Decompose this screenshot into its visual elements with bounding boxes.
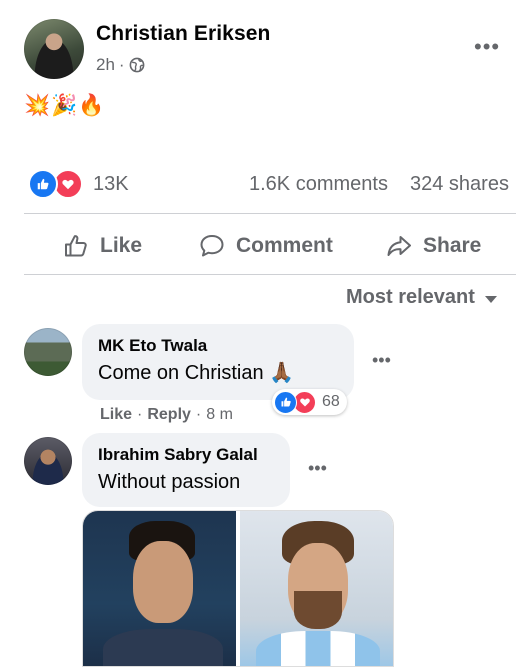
post-text: 💥🎉🔥: [24, 94, 106, 117]
comment-photo[interactable]: [82, 510, 394, 667]
post-author-name[interactable]: Christian Eriksen: [96, 22, 270, 46]
comments-count[interactable]: 1.6K comments: [249, 173, 388, 196]
photo-right-panel: [240, 511, 393, 666]
comment-more-options-icon[interactable]: •••: [372, 350, 391, 371]
reaction-icons[interactable]: [28, 169, 83, 199]
commenter-name[interactable]: MK Eto Twala: [98, 336, 338, 356]
comment-meta: Like · Reply · 8 m: [100, 406, 233, 424]
commenter-name[interactable]: Ibrahim Sabry Galal: [98, 445, 274, 465]
comment-bubble: Ibrahim Sabry Galal Without passion: [82, 433, 290, 507]
thumbs-up-icon: [274, 390, 297, 414]
share-button[interactable]: Share: [385, 228, 481, 264]
commenter-avatar[interactable]: [24, 437, 72, 485]
share-label: Share: [423, 234, 482, 257]
reaction-count[interactable]: 13K: [93, 173, 129, 196]
share-icon: [387, 236, 411, 256]
shares-count[interactable]: 324 shares: [410, 173, 509, 196]
comment-text: Come on Christian 🙏🏾: [98, 362, 295, 384]
sort-label: Most relevant: [346, 286, 475, 308]
meta-separator: ·: [118, 55, 125, 74]
globe-icon: [129, 57, 144, 73]
divider: [24, 213, 516, 214]
caret-down-icon: [484, 296, 497, 303]
thumbs-up-icon: [28, 169, 58, 199]
comment-label: Comment: [236, 234, 333, 257]
comment-icon: [200, 235, 224, 257]
author-avatar[interactable]: [24, 19, 84, 79]
comment-reply-link[interactable]: Reply: [147, 406, 191, 424]
post-meta: 2h ·: [96, 55, 145, 75]
comment-button[interactable]: Comment: [198, 228, 333, 264]
comment-like-link[interactable]: Like: [100, 406, 132, 424]
comment-time[interactable]: 8 m: [206, 406, 233, 424]
comment-reaction-count: 68: [322, 393, 340, 410]
photo-left-panel: [83, 511, 236, 666]
meta-separator: ·: [195, 406, 202, 423]
like-button[interactable]: Like: [62, 228, 142, 264]
like-label: Like: [100, 234, 143, 257]
comment-reactions[interactable]: 68: [272, 389, 347, 415]
comment-text: Without passion: [98, 471, 241, 493]
comment-more-options-icon[interactable]: •••: [308, 458, 327, 479]
more-options-icon[interactable]: •••: [474, 34, 500, 60]
sort-dropdown[interactable]: Most relevant: [346, 286, 497, 309]
post-time[interactable]: 2h: [96, 55, 115, 75]
meta-separator: ·: [137, 406, 143, 423]
divider: [24, 274, 516, 275]
commenter-avatar[interactable]: [24, 328, 72, 376]
thumbs-up-icon: [65, 235, 87, 257]
